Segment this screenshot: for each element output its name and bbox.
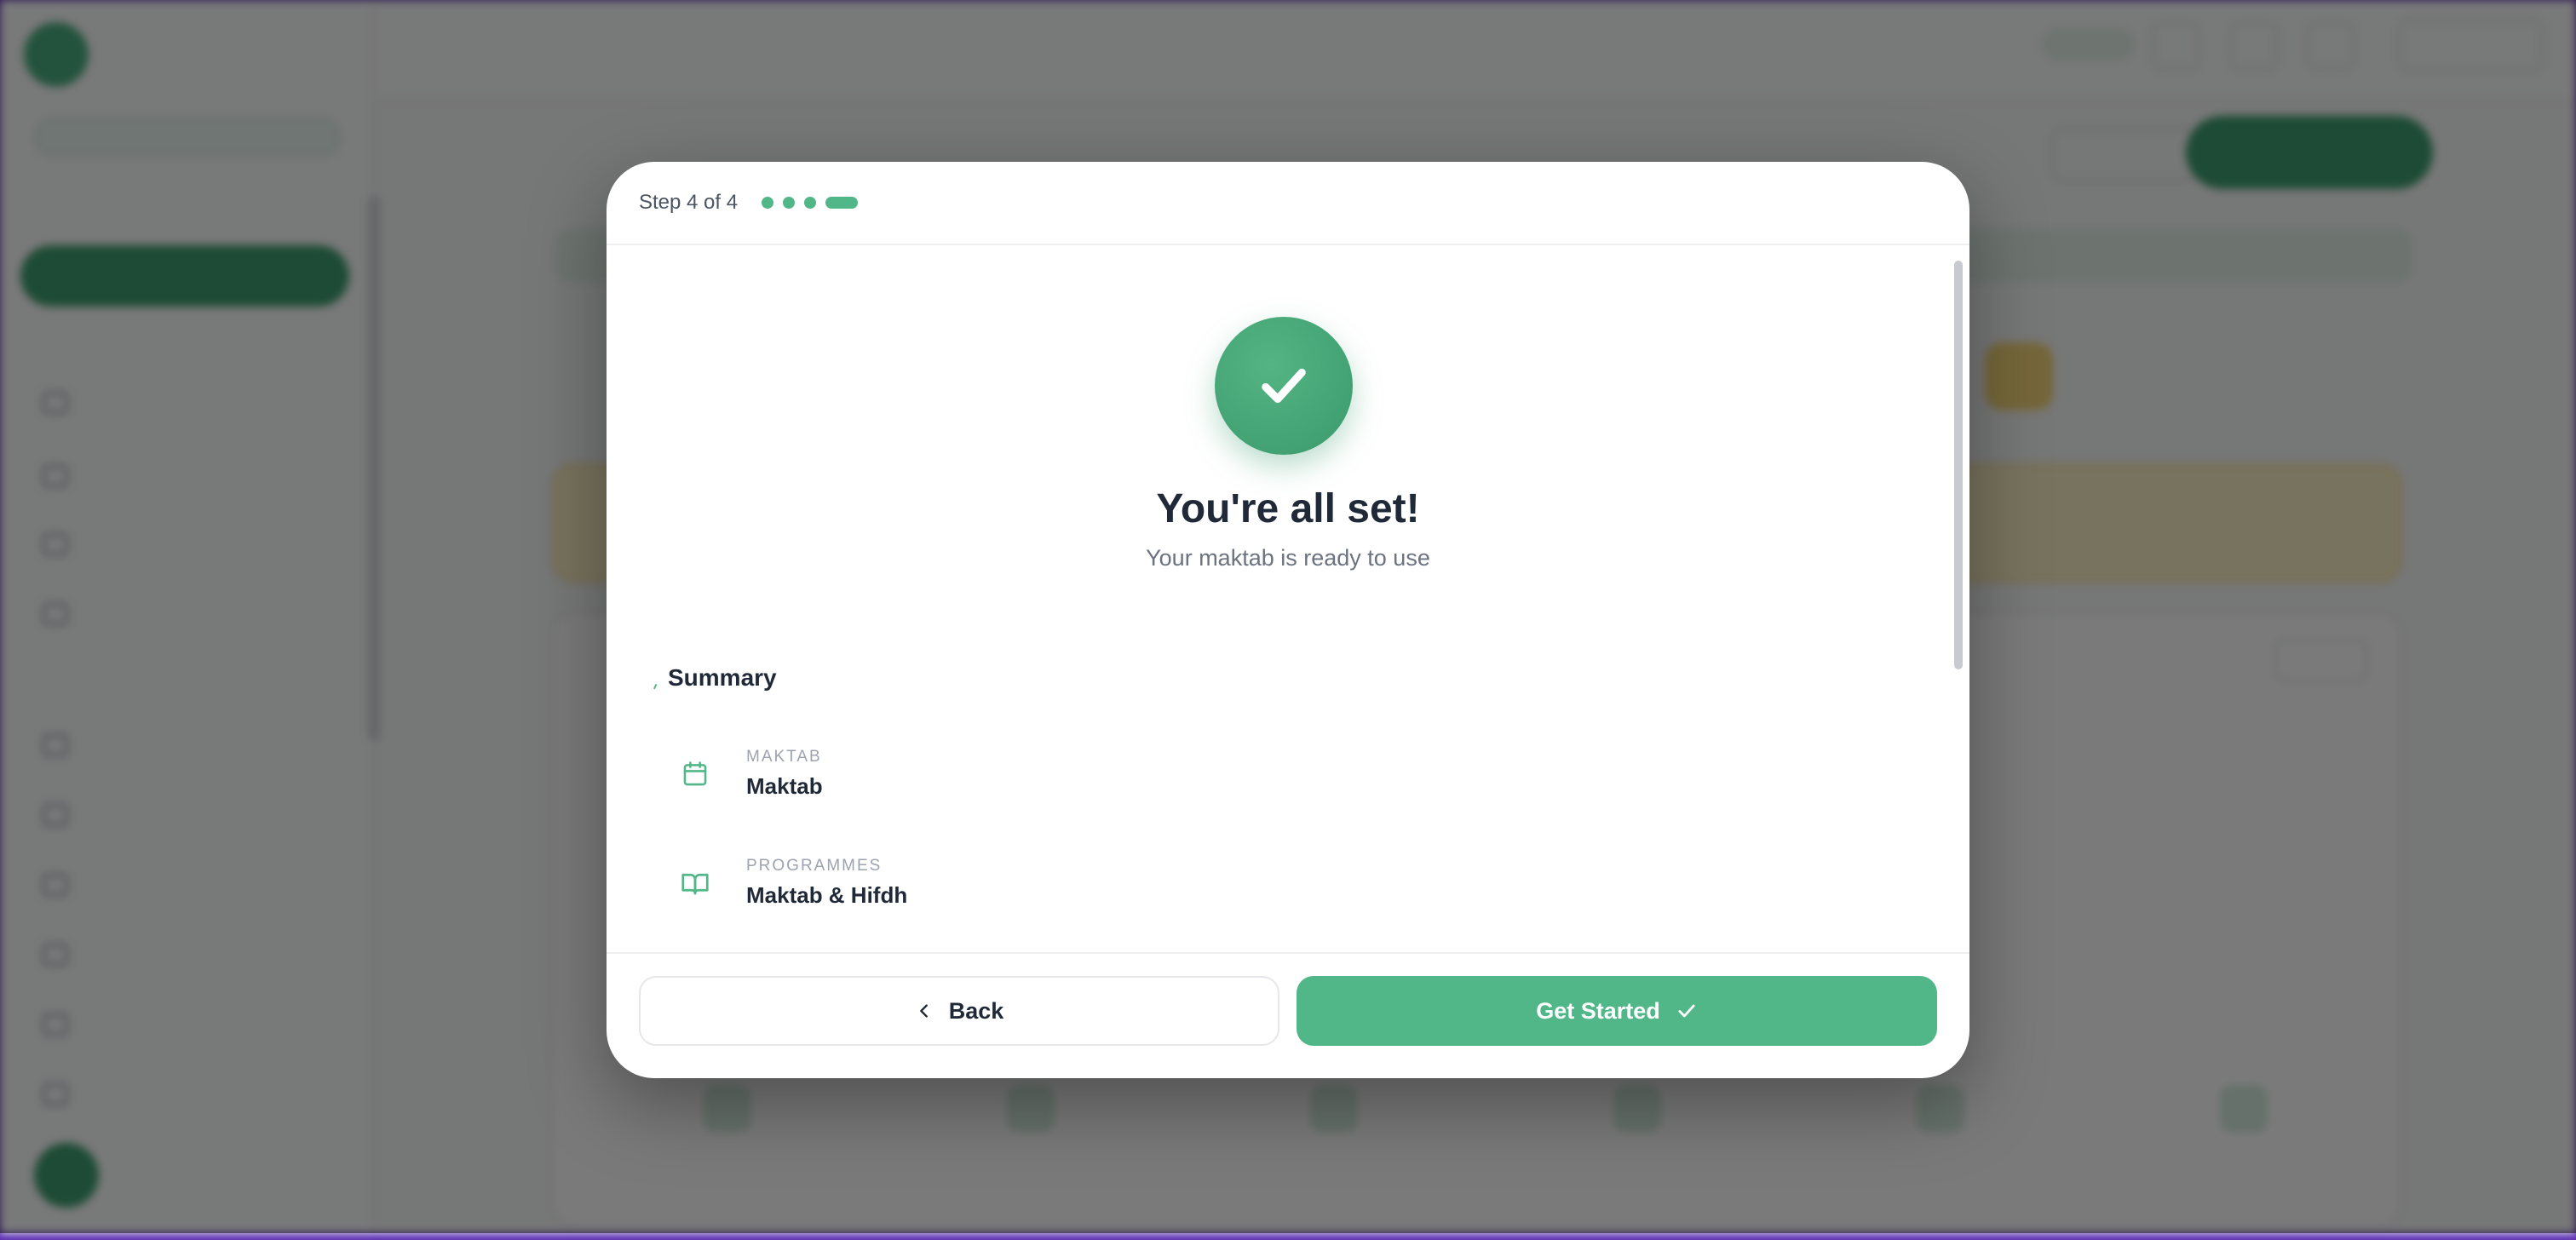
summary-item-value: Maktab bbox=[746, 773, 823, 799]
summary-item-maktab: MAKTAB Maktab bbox=[673, 748, 823, 800]
modal-scrollbar[interactable] bbox=[1954, 261, 1963, 669]
summary-heading: Summary bbox=[668, 664, 777, 691]
modal-body: You're all set! Your maktab is ready to … bbox=[607, 247, 1969, 952]
completion-subtitle: Your maktab is ready to use bbox=[1146, 545, 1430, 571]
summary-item-label: PROGRAMMES bbox=[746, 857, 883, 875]
summary-item-label: MAKTAB bbox=[746, 748, 822, 766]
progress-dot bbox=[804, 197, 817, 209]
success-check-icon bbox=[1215, 317, 1353, 455]
progress-dot bbox=[762, 197, 774, 209]
summary-item-programmes: PROGRAMMES Maktab & Hifdh bbox=[673, 857, 907, 909]
modal-footer: Back Get Started bbox=[607, 952, 1969, 1078]
chevron-left-icon bbox=[919, 1004, 928, 1018]
completion-title: You're all set! bbox=[1156, 486, 1420, 531]
book-open-icon bbox=[673, 861, 717, 905]
calendar-icon bbox=[673, 752, 717, 796]
progress-dot-current bbox=[825, 197, 859, 209]
onboarding-modal: Step 4 of 4 You're all set! Your maktab … bbox=[607, 162, 1969, 1078]
back-button[interactable]: Back bbox=[639, 976, 1279, 1046]
get-started-button-label: Get Started bbox=[1536, 997, 1660, 1024]
progress-dot bbox=[783, 197, 796, 209]
check-icon bbox=[1678, 1004, 1695, 1018]
summary-item-value: Maktab & Hifdh bbox=[746, 882, 908, 908]
get-started-button[interactable]: Get Started bbox=[1297, 976, 1937, 1046]
summary-marker-icon bbox=[653, 684, 660, 691]
progress-dots bbox=[762, 197, 859, 209]
modal-header: Step 4 of 4 bbox=[607, 162, 1969, 245]
step-indicator: Step 4 of 4 bbox=[639, 191, 739, 214]
back-button-label: Back bbox=[948, 997, 1004, 1024]
